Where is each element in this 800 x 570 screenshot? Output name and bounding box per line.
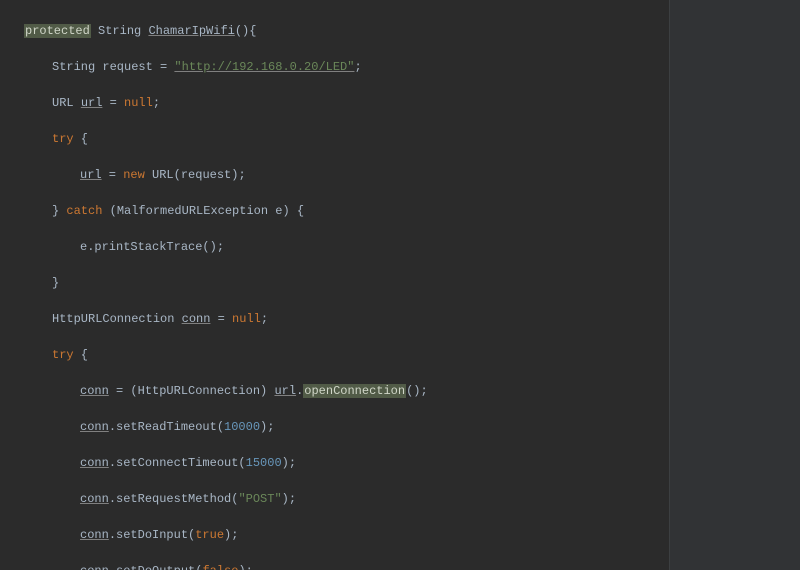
code-editor[interactable]: protected String ChamarIpWifi(){ String … (0, 0, 670, 570)
code-line: } (24, 274, 669, 292)
code-line: conn.setDoInput(true); (24, 526, 669, 544)
code-line: } catch (MalformedURLException e) { (24, 202, 669, 220)
code-line: e.printStackTrace(); (24, 238, 669, 256)
code-line: protected String ChamarIpWifi(){ (24, 22, 669, 40)
code-line: conn.setReadTimeout(10000); (24, 418, 669, 436)
code-line: HttpURLConnection conn = null; (24, 310, 669, 328)
code-line: try { (24, 130, 669, 148)
code-line: String request = "http://192.168.0.20/LE… (24, 58, 669, 76)
code-line: conn.setConnectTimeout(15000); (24, 454, 669, 472)
right-gutter (670, 0, 800, 570)
code-line: conn.setRequestMethod("POST"); (24, 490, 669, 508)
keyword-protected: protected (24, 24, 91, 38)
code-line: conn = (HttpURLConnection) url.openConne… (24, 382, 669, 400)
code-line: url = new URL(request); (24, 166, 669, 184)
code-line: URL url = null; (24, 94, 669, 112)
code-line: try { (24, 346, 669, 364)
code-line: conn.setDoOutput(false); (24, 562, 669, 570)
